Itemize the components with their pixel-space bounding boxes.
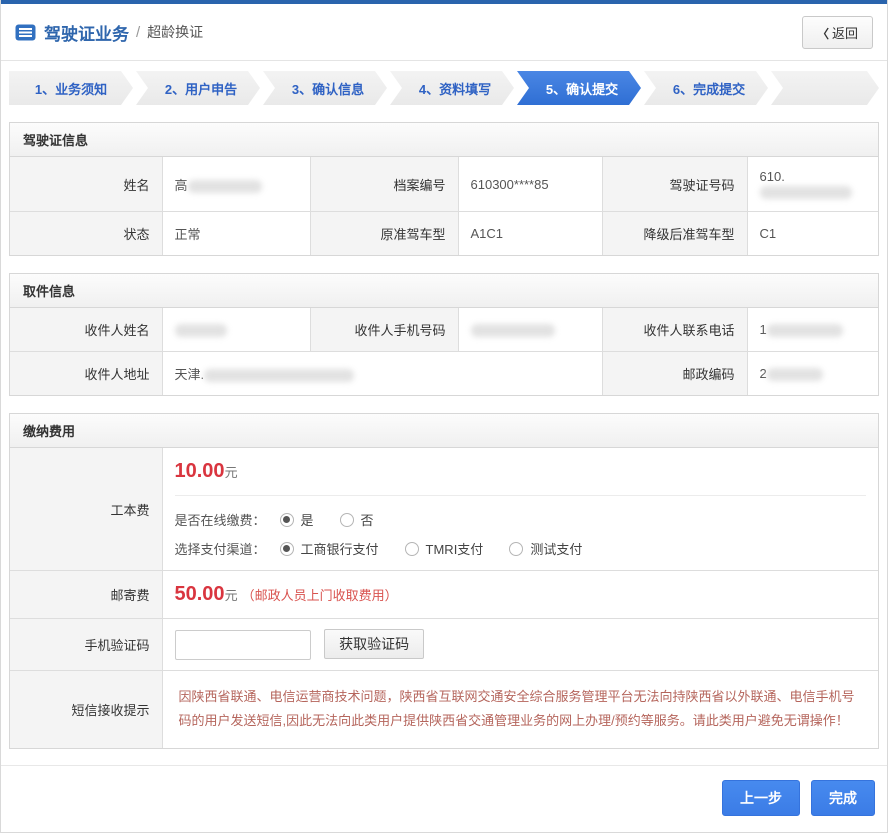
recipient-address-value: 天津. bbox=[162, 352, 602, 396]
license-info-section: 驾驶证信息 姓名 高 档案编号 610300****85 驾驶证号码 610. … bbox=[9, 122, 879, 256]
recipient-address-label: 收件人地址 bbox=[10, 352, 162, 396]
sms-code-input[interactable] bbox=[175, 630, 311, 660]
breadcrumb-current: 超龄换证 bbox=[147, 22, 203, 42]
redacted-blur bbox=[175, 324, 227, 337]
recipient-mobile-value bbox=[458, 308, 602, 352]
name-value: 高 bbox=[162, 157, 310, 212]
table-row: 状态 正常 原准驾车型 A1C1 降级后准驾车型 C1 bbox=[10, 212, 878, 256]
redacted-blur bbox=[767, 324, 843, 337]
name-label: 姓名 bbox=[10, 157, 162, 212]
redacted-blur bbox=[471, 324, 555, 337]
recipient-phone-value: 1 bbox=[747, 308, 878, 352]
redacted-blur bbox=[767, 368, 823, 381]
radio-unchecked-icon bbox=[509, 542, 523, 556]
sms-code-row: 手机验证码 获取验证码 bbox=[10, 619, 878, 671]
pay-channel-option-line: 选择支付渠道： 工商银行支付 TMRI支付 测试支付 bbox=[175, 539, 867, 558]
sms-code-cell: 获取验证码 bbox=[162, 619, 878, 671]
sms-notice-text: 因陕西省联通、电信运营商技术问题，陕西省互联网交通安全综合服务管理平台无法向持陕… bbox=[175, 683, 867, 736]
downgraded-class-label: 降级后准驾车型 bbox=[602, 212, 747, 256]
back-button[interactable]: 〈返回 bbox=[802, 16, 873, 49]
table-row: 收件人地址 天津. 邮政编码 2 bbox=[10, 352, 878, 396]
radio-unchecked-icon bbox=[340, 513, 354, 527]
step-1[interactable]: 1、业务须知 bbox=[9, 71, 133, 105]
step-6[interactable]: 6、完成提交 bbox=[644, 71, 768, 105]
step-3[interactable]: 3、确认信息 bbox=[263, 71, 387, 105]
pickup-section-title: 取件信息 bbox=[10, 274, 878, 308]
online-pay-option-line: 是否在线缴费： 是 否 bbox=[175, 510, 867, 529]
radio-channel-test[interactable]: 测试支付 bbox=[509, 539, 582, 558]
original-class-label: 原准驾车型 bbox=[310, 212, 458, 256]
license-info-table: 姓名 高 档案编号 610300****85 驾驶证号码 610. 状态 正常 … bbox=[10, 157, 878, 255]
license-number-value: 610. bbox=[747, 157, 878, 212]
postage-fee-row: 邮寄费 50.00元 （邮政人员上门收取费用） bbox=[10, 571, 878, 619]
radio-channel-tmri[interactable]: TMRI支付 bbox=[405, 539, 484, 558]
original-class-value: A1C1 bbox=[458, 212, 602, 256]
step-5-active[interactable]: 5、确认提交 bbox=[517, 71, 641, 105]
chevron-left-icon: 〈 bbox=[817, 27, 829, 41]
card-fee-amount: 10.00 bbox=[175, 460, 225, 482]
postage-fee-label: 邮寄费 bbox=[10, 571, 162, 619]
card-fee-unit: 元 bbox=[225, 465, 238, 480]
sms-notice-label: 短信接收提示 bbox=[10, 670, 162, 748]
page: 驾驶证业务 / 超龄换证 〈返回 1、业务须知 2、用户申告 3、确认信息 4、… bbox=[0, 0, 888, 833]
breadcrumb-separator: / bbox=[136, 24, 140, 41]
radio-checked-icon bbox=[280, 542, 294, 556]
pay-channel-label: 选择支付渠道： bbox=[175, 539, 266, 558]
table-row: 姓名 高 档案编号 610300****85 驾驶证号码 610. bbox=[10, 157, 878, 212]
recipient-name-label: 收件人姓名 bbox=[10, 308, 162, 352]
pickup-info-section: 取件信息 收件人姓名 收件人手机号码 收件人联系电话 1 收件人地址 天津. 邮… bbox=[9, 273, 879, 396]
postcode-label: 邮政编码 bbox=[602, 352, 747, 396]
table-row: 收件人姓名 收件人手机号码 收件人联系电话 1 bbox=[10, 308, 878, 352]
page-title: 驾驶证业务 bbox=[44, 20, 129, 45]
status-label: 状态 bbox=[10, 212, 162, 256]
header: 驾驶证业务 / 超龄换证 〈返回 bbox=[1, 4, 887, 61]
sms-code-label: 手机验证码 bbox=[10, 619, 162, 671]
card-fee-amount-line: 10.00元 bbox=[175, 460, 867, 483]
file-number-value: 610300****85 bbox=[458, 157, 602, 212]
step-4[interactable]: 4、资料填写 bbox=[390, 71, 514, 105]
file-number-label: 档案编号 bbox=[310, 157, 458, 212]
online-pay-label: 是否在线缴费： bbox=[175, 510, 266, 529]
postage-fee-note: （邮政人员上门收取费用） bbox=[242, 588, 398, 603]
list-icon bbox=[15, 24, 36, 41]
radio-online-no[interactable]: 否 bbox=[340, 510, 374, 529]
footer-actions: 上一步 完成 bbox=[1, 765, 887, 832]
recipient-phone-label: 收件人联系电话 bbox=[602, 308, 747, 352]
step-bar-filler bbox=[771, 71, 879, 105]
downgraded-class-value: C1 bbox=[747, 212, 878, 256]
radio-online-yes[interactable]: 是 bbox=[280, 510, 314, 529]
license-number-label: 驾驶证号码 bbox=[602, 157, 747, 212]
previous-step-button[interactable]: 上一步 bbox=[722, 780, 800, 816]
recipient-name-value bbox=[162, 308, 310, 352]
get-code-button[interactable]: 获取验证码 bbox=[324, 629, 424, 659]
radio-unchecked-icon bbox=[405, 542, 419, 556]
redacted-blur bbox=[204, 369, 354, 382]
postcode-value: 2 bbox=[747, 352, 878, 396]
redacted-blur bbox=[760, 186, 852, 199]
back-button-label: 返回 bbox=[832, 26, 858, 41]
card-fee-label: 工本费 bbox=[10, 448, 162, 571]
radio-channel-icbc[interactable]: 工商银行支付 bbox=[280, 539, 379, 558]
sms-notice-row: 短信接收提示 因陕西省联通、电信运营商技术问题，陕西省互联网交通安全综合服务管理… bbox=[10, 670, 878, 748]
status-value: 正常 bbox=[162, 212, 310, 256]
fee-section: 缴纳费用 工本费 10.00元 是否在线缴费： 是 否 选择支付渠道： bbox=[9, 413, 879, 749]
card-fee-row: 工本费 10.00元 是否在线缴费： 是 否 选择支付渠道： 工商银行支付 TM… bbox=[10, 448, 878, 571]
step-2[interactable]: 2、用户申告 bbox=[136, 71, 260, 105]
card-fee-cell: 10.00元 是否在线缴费： 是 否 选择支付渠道： 工商银行支付 TMRI支付… bbox=[162, 448, 878, 571]
postage-fee-amount: 50.00 bbox=[175, 583, 225, 605]
sms-notice-cell: 因陕西省联通、电信运营商技术问题，陕西省互联网交通安全综合服务管理平台无法向持陕… bbox=[162, 670, 878, 748]
fee-section-title: 缴纳费用 bbox=[10, 414, 878, 448]
recipient-mobile-label: 收件人手机号码 bbox=[310, 308, 458, 352]
pickup-info-table: 收件人姓名 收件人手机号码 收件人联系电话 1 收件人地址 天津. 邮政编码 2 bbox=[10, 308, 878, 395]
postage-fee-unit: 元 bbox=[225, 588, 238, 603]
divider bbox=[175, 495, 867, 496]
redacted-blur bbox=[188, 180, 262, 193]
radio-checked-icon bbox=[280, 513, 294, 527]
finish-button[interactable]: 完成 bbox=[811, 780, 875, 816]
postage-fee-cell: 50.00元 （邮政人员上门收取费用） bbox=[162, 571, 878, 619]
license-section-title: 驾驶证信息 bbox=[10, 123, 878, 157]
fee-table: 工本费 10.00元 是否在线缴费： 是 否 选择支付渠道： 工商银行支付 TM… bbox=[10, 448, 878, 748]
step-wizard: 1、业务须知 2、用户申告 3、确认信息 4、资料填写 5、确认提交 6、完成提… bbox=[9, 71, 879, 105]
